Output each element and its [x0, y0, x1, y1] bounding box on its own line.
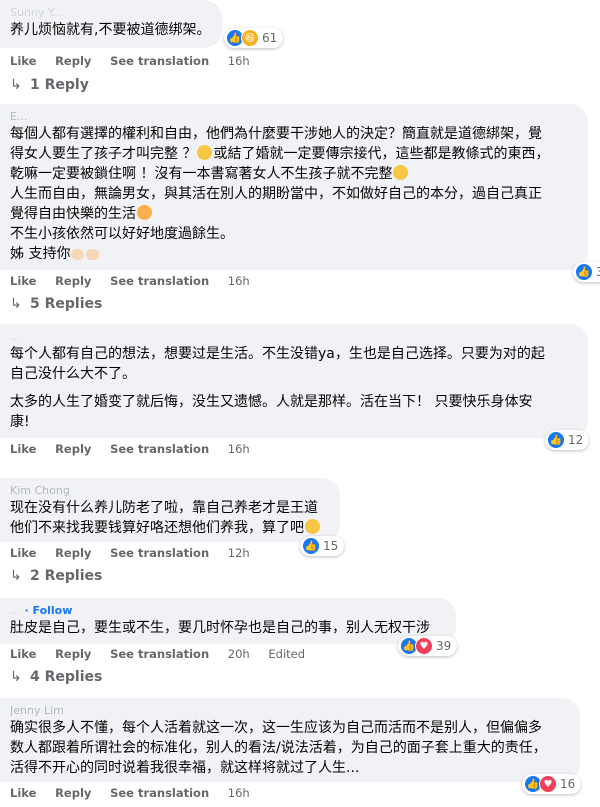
follow-button[interactable]: · Follow	[25, 604, 73, 617]
comment-timestamp[interactable]: 20h	[228, 647, 250, 661]
comment-bubble: Jenny Lim 确实很多人不懂，每个人活着就这一次，这一生应该为自己而活而不…	[0, 698, 580, 782]
haha-reaction-icon: 😆	[241, 29, 259, 47]
comment-text-line: 每個人都有選擇的權利和自由，他們為什麼要干涉她人的決定？簡直就是道德綁架，覺	[10, 126, 542, 142]
comment-actions: Like Reply See translation 20h Edited	[10, 646, 320, 662]
view-replies-button[interactable]: ↳ 2 Replies	[10, 566, 102, 586]
comment-text-line: 数人都跟着所谓社会的标准化，别人的看法/说法活着，为自己的面子套上重大的责任，	[10, 740, 547, 756]
reply-button[interactable]: Reply	[55, 54, 91, 68]
hands-emoji-icon	[71, 249, 85, 260]
reply-button[interactable]: Reply	[55, 274, 91, 288]
comment-actions: Like Reply See translation 16h	[10, 785, 265, 801]
like-reaction-icon: 👍	[547, 431, 565, 449]
comment-timestamp[interactable]: 16h	[228, 442, 250, 456]
comment-bubble: Kim Chong 现在没有什么养儿防老了啦，靠自己养老才是王道 他们不来找我要…	[0, 478, 340, 542]
comment-text-line: 肚皮是自己，要生或不生，要几时怀孕也是自己的事，别人无权干涉	[10, 620, 430, 636]
comment-author[interactable]: ...	[10, 604, 21, 617]
comment-text-line: 每个人都有自己的想法，想要过是生活。不生没错ya，生也是自己选择。只要为对的起	[10, 346, 545, 362]
comment-timestamp[interactable]: 12h	[228, 546, 250, 560]
comment-actions: Like Reply See translation 12h	[10, 545, 265, 561]
reaction-count: 12	[568, 433, 584, 447]
comment-author[interactable]: ...	[10, 330, 576, 344]
reply-button[interactable]: Reply	[55, 546, 91, 560]
comment-text-line: 康!	[10, 414, 30, 430]
replies-label: 5 Replies	[30, 296, 103, 312]
comment-author[interactable]: Kim Chong	[10, 484, 328, 498]
reaction-summary[interactable]: 👍 ♥ 16	[522, 774, 582, 794]
replies-label: 2 Replies	[30, 568, 103, 584]
reply-arrow-icon: ↳	[10, 669, 22, 685]
view-replies-button[interactable]: ↳ 5 Replies	[10, 294, 102, 314]
reply-arrow-icon: ↳	[10, 568, 22, 584]
comment-author[interactable]: Sunny Y...	[10, 6, 210, 20]
comment-timestamp[interactable]: 16h	[228, 786, 250, 800]
like-button[interactable]: Like	[10, 274, 36, 288]
comment-bubble: Sunny Y... 养儿烦恼就有,不要被道德绑架。	[0, 0, 222, 48]
reaction-summary[interactable]: 👍 39	[573, 262, 600, 282]
reaction-count: 61	[262, 31, 278, 45]
comment-timestamp[interactable]: 16h	[228, 54, 250, 68]
love-reaction-icon: ♥	[539, 775, 557, 793]
grinning-emoji-icon	[305, 519, 320, 534]
reaction-summary[interactable]: 👍 😆 61	[224, 28, 284, 48]
comment-timestamp[interactable]: 16h	[228, 274, 250, 288]
grinning-emoji-icon	[197, 145, 213, 160]
see-translation-button[interactable]: See translation	[110, 442, 209, 456]
reaction-summary[interactable]: 👍 ♥ 39	[398, 636, 458, 656]
see-translation-button[interactable]: See translation	[110, 54, 209, 68]
comment-actions: Like Reply See translation 16h	[10, 273, 265, 289]
like-button[interactable]: Like	[10, 786, 36, 800]
comment-text-line: 他们不来找我要钱算好咯还想他们养我，算了吧	[10, 520, 304, 536]
comment-bubble: ... · Follow 肚皮是自己，要生或不生，要几时怀孕也是自己的事，别人无权…	[0, 598, 456, 644]
comment-actions: Like Reply See translation 16h	[10, 53, 265, 69]
like-button[interactable]: Like	[10, 54, 36, 68]
replies-label: 4 Replies	[30, 669, 103, 685]
comment-text-line: 确实很多人不懂，每个人活着就这一次，这一生应该为自己而活而不是别人，但偏偏多	[10, 720, 542, 736]
reaction-summary[interactable]: 👍 12	[545, 430, 590, 450]
comment-text-line: 自己没什么大不了。	[10, 366, 136, 382]
comment-text-line: 人生而自由，無論男女，與其活在別人的期盼當中，不如做好自己的本分，過自己真正	[10, 186, 542, 202]
comment-text-line: 姊 支持你	[10, 246, 71, 262]
comment-author[interactable]: Jenny Lim	[10, 704, 568, 718]
reaction-count: 39	[436, 639, 452, 653]
see-translation-button[interactable]: See translation	[110, 786, 209, 800]
comment-text-line: 太多的人生了婚变了就后悔，没生又遗憾。人就是那样。活在当下！ 只要快乐身体安	[10, 394, 533, 410]
like-button[interactable]: Like	[10, 546, 36, 560]
reply-arrow-icon: ↳	[10, 296, 22, 312]
like-reaction-icon: 👍	[575, 263, 593, 281]
comment-bubble: E... 每個人都有選擇的權利和自由，他們為什麼要干涉她人的決定？簡直就是道德綁…	[0, 104, 588, 270]
comment-text-line: 现在没有什么养儿防老了啦，靠自己养老才是王道	[10, 500, 318, 516]
comment-text-line: 活得不开心的同时说着我很幸福，就这样将就过了人生...	[10, 760, 360, 776]
see-translation-button[interactable]: See translation	[110, 274, 209, 288]
reply-button[interactable]: Reply	[55, 786, 91, 800]
comment-author[interactable]: E...	[10, 110, 576, 124]
reaction-count: 16	[560, 777, 576, 791]
see-translation-button[interactable]: See translation	[110, 546, 209, 560]
replies-label: 1 Reply	[30, 77, 89, 93]
view-replies-button[interactable]: ↳ 1 Reply	[10, 75, 89, 95]
view-replies-button[interactable]: ↳ 4 Replies	[10, 667, 102, 687]
reply-arrow-icon: ↳	[10, 77, 22, 93]
like-button[interactable]: Like	[10, 647, 36, 661]
like-button[interactable]: Like	[10, 442, 36, 456]
comment-text-line: 覺得自由快樂的生活	[10, 206, 136, 222]
like-reaction-icon: 👍	[302, 537, 320, 555]
grinning-emoji-icon	[393, 165, 409, 180]
comment-bubble: ... 每个人都有自己的想法，想要过是生活。不生没错ya，生也是自己选择。只要为…	[0, 324, 588, 438]
comment-actions: Like Reply See translation 16h	[10, 441, 265, 457]
comment-text-line: 得女人要生了孩子才叫完整 ？	[10, 146, 197, 162]
reply-button[interactable]: Reply	[55, 647, 91, 661]
comment-text-line: 或結了婚就一定要傳宗接代，這些都是教條式的東西，	[213, 146, 550, 162]
hands-emoji-icon	[86, 249, 100, 260]
love-reaction-icon: ♥	[415, 637, 433, 655]
comment-text-line: 乾嘛一定要被鎖住啊 ！沒有一本書寫著女人不生孩子就不完整	[10, 166, 393, 182]
smiling-emoji-icon	[137, 205, 152, 220]
reaction-count: 15	[323, 539, 339, 553]
comment-text-line: 养儿烦恼就有,不要被道德绑架。	[10, 22, 211, 38]
comment-text-line: 不生小孩依然可以好好地度過餘生。	[10, 226, 234, 242]
edited-label: Edited	[268, 647, 306, 661]
reaction-summary[interactable]: 👍 15	[300, 536, 345, 556]
see-translation-button[interactable]: See translation	[110, 647, 209, 661]
reply-button[interactable]: Reply	[55, 442, 91, 456]
reaction-count: 39	[596, 265, 600, 279]
